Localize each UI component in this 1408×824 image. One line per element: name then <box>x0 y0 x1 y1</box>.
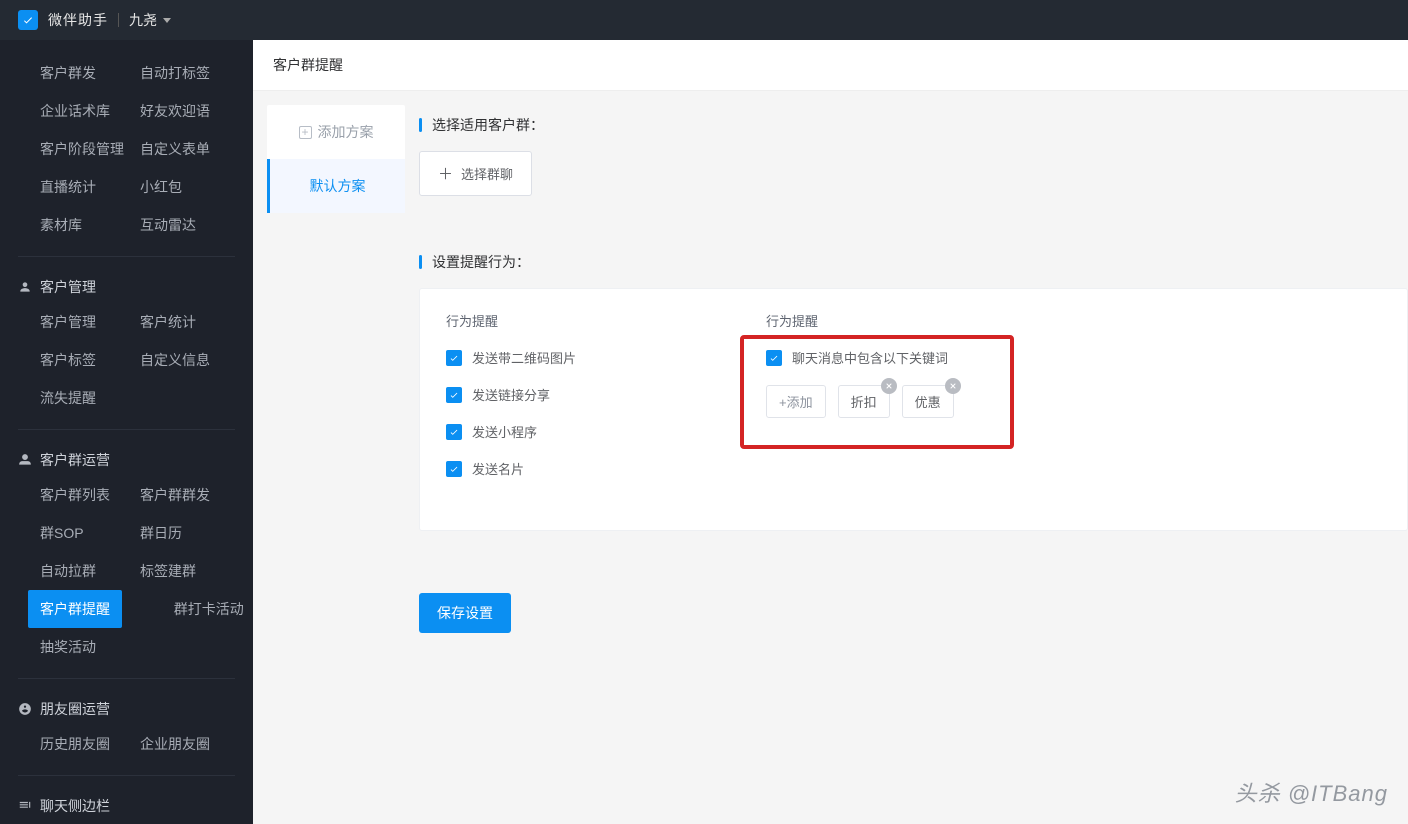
plus-icon: ＋ <box>438 163 453 184</box>
sidebar-section-header[interactable]: 朋友圈运营 <box>0 693 253 725</box>
topbar-divider <box>118 13 119 27</box>
sidebar-item[interactable]: 企业朋友圈 <box>100 725 220 763</box>
sidebar-item-active[interactable]: 客户群提醒 <box>28 590 122 628</box>
sidebar-item[interactable]: 客户标签 <box>0 341 100 379</box>
app-logo-icon <box>18 10 38 30</box>
main: 客户群提醒 + 添加方案 默认方案 选择适用客户群： ＋ 选择群聊 <box>253 40 1408 824</box>
sidebar-item[interactable]: 流失提醒 <box>0 379 100 417</box>
sidebar-item[interactable]: 自定义信息 <box>100 341 220 379</box>
sidebar-item[interactable]: 自动打标签 <box>100 54 220 92</box>
keyword-tags: +添加 折扣优惠 <box>766 385 1381 418</box>
page-title: 客户群提醒 <box>253 40 1408 91</box>
behavior-head-left: 行为提醒 <box>446 311 706 330</box>
behavior-head-right: 行为提醒 <box>766 311 1381 330</box>
save-button[interactable]: 保存设置 <box>419 593 511 633</box>
app-name: 微伴助手 <box>48 10 108 30</box>
sidebar-item[interactable]: 好友欢迎语 <box>100 92 220 130</box>
tag-remove-button[interactable] <box>881 378 897 394</box>
keyword-tag: 折扣 <box>838 385 890 418</box>
checkbox-row[interactable]: 发送名片 <box>446 459 706 478</box>
sidebar-item[interactable]: 客户群发 <box>0 54 100 92</box>
sidebar-item[interactable]: 群打卡活动 <box>134 590 253 628</box>
sidebar-section-header[interactable]: 聊天侧边栏 <box>0 790 253 822</box>
checkbox-checked-icon <box>446 387 462 403</box>
sidebar-item[interactable]: 抽奖活动 <box>0 628 100 666</box>
checkbox-row[interactable]: 发送带二维码图片 <box>446 348 706 367</box>
checkbox-checked-icon <box>446 350 462 366</box>
tenant-selector[interactable]: 九尧 <box>129 10 171 30</box>
sidebar-section-header[interactable]: 客户群运营 <box>0 444 253 476</box>
checkbox-keywords[interactable]: 聊天消息中包含以下关键词 <box>766 348 1381 367</box>
sidebar-item[interactable]: 自动拉群 <box>0 552 100 590</box>
behavior-col-right: 行为提醒 聊天消息中包含以下关键词 +添加 折扣优惠 <box>766 311 1381 496</box>
topbar: 微伴助手 九尧 <box>0 0 1408 40</box>
chevron-down-icon <box>163 18 171 23</box>
behavior-col-left: 行为提醒 发送带二维码图片发送链接分享发送小程序发送名片 <box>446 311 706 496</box>
sidebar-item[interactable]: 直播统计 <box>0 168 100 206</box>
add-scheme-button[interactable]: + 添加方案 <box>267 105 405 159</box>
sidebar-item[interactable]: 历史朋友圈 <box>0 725 100 763</box>
checkbox-row[interactable]: 发送链接分享 <box>446 385 706 404</box>
checkbox-checked-icon <box>446 424 462 440</box>
checkbox-checked-icon <box>766 350 782 366</box>
sidebar-item[interactable]: 自定义表单 <box>100 130 220 168</box>
sidebar-section-header[interactable]: 客户管理 <box>0 271 253 303</box>
sidebar-item[interactable]: 群日历 <box>100 514 220 552</box>
sidebar: 客户群发自动打标签企业话术库好友欢迎语客户阶段管理自定义表单直播统计小红包素材库… <box>0 40 253 824</box>
sidebar-item[interactable]: 小红包 <box>100 168 220 206</box>
add-keyword-button[interactable]: +添加 <box>766 385 826 418</box>
sidebar-item[interactable]: 客户群群发 <box>100 476 220 514</box>
sidebar-item[interactable]: 素材库 <box>0 206 100 244</box>
sidebar-item[interactable]: 群SOP <box>0 514 100 552</box>
tag-remove-button[interactable] <box>945 378 961 394</box>
checkbox-checked-icon <box>446 461 462 477</box>
sidebar-item[interactable]: 客户阶段管理 <box>0 130 100 168</box>
sidebar-item[interactable]: 企业话术库 <box>0 92 100 130</box>
sidebar-item[interactable]: 客户管理 <box>0 303 100 341</box>
plus-square-icon: + <box>299 126 312 139</box>
sidebar-item[interactable]: 互动雷达 <box>100 206 220 244</box>
keyword-tag: 优惠 <box>902 385 954 418</box>
scheme-panel: + 添加方案 默认方案 <box>267 105 405 213</box>
select-group-button[interactable]: ＋ 选择群聊 <box>419 151 532 196</box>
section-title-groups: 选择适用客户群： <box>419 115 1408 135</box>
behavior-card: 行为提醒 发送带二维码图片发送链接分享发送小程序发送名片 行为提醒 聊天消息中包… <box>419 288 1408 531</box>
scheme-item[interactable]: 默认方案 <box>267 159 405 213</box>
config-panel: 选择适用客户群： ＋ 选择群聊 设置提醒行为： 行为提醒 发送带二维码图片发送链… <box>419 105 1408 824</box>
checkbox-row[interactable]: 发送小程序 <box>446 422 706 441</box>
tenant-name: 九尧 <box>129 10 157 30</box>
sidebar-item[interactable]: 标签建群 <box>100 552 220 590</box>
section-title-behavior: 设置提醒行为： <box>419 252 1408 272</box>
sidebar-item[interactable]: 客户群列表 <box>0 476 100 514</box>
sidebar-item[interactable]: 客户统计 <box>100 303 220 341</box>
